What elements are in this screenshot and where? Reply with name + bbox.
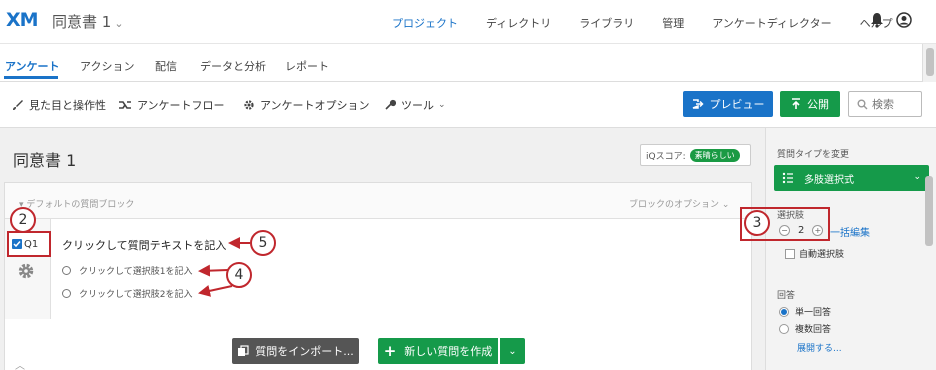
annotation-arrows [198,237,250,297]
